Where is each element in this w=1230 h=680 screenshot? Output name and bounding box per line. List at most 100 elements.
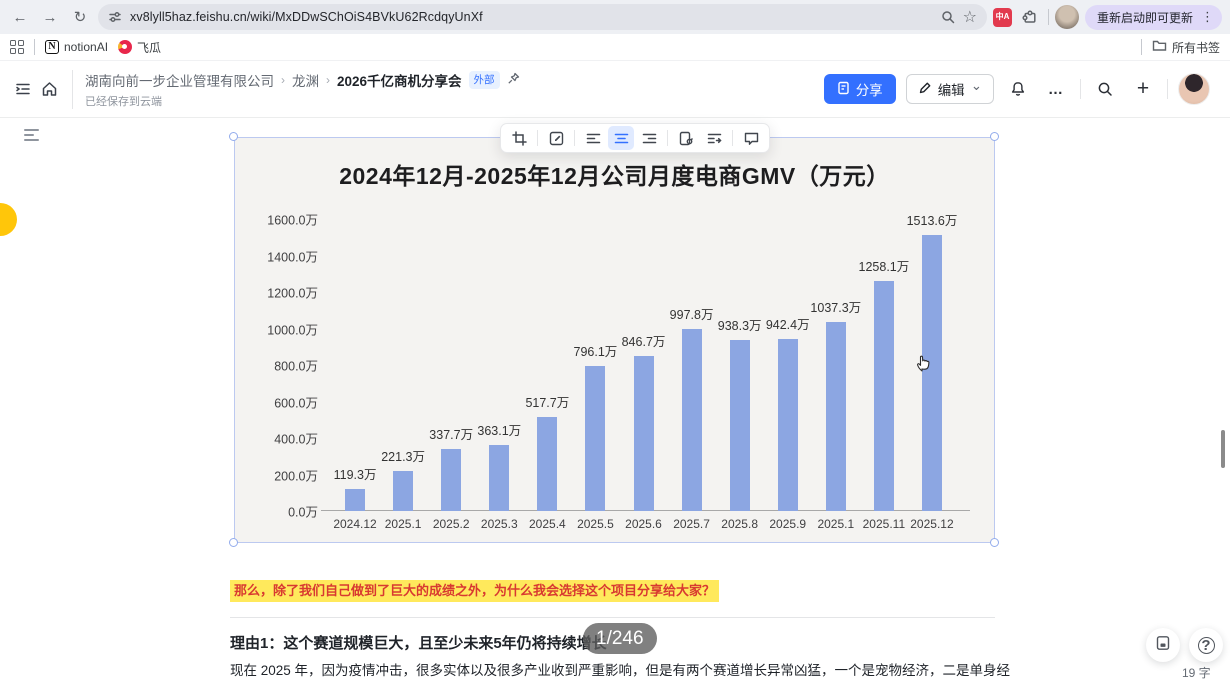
breadcrumb: 湖南向前一步企业管理有限公司 › 龙渊 › 2026千亿商机分享会 外部 已经保… [72, 69, 520, 109]
refresh-icon[interactable]: ↻ [68, 5, 92, 29]
bar-value-label: 119.3万 [333, 468, 377, 483]
bar-2025.6[interactable] [633, 356, 654, 511]
all-bookmarks-label: 所有书签 [1171, 40, 1220, 55]
y-axis-tick: 1400.0万 [267, 250, 318, 264]
screen: ← → ↻ xv8lyll5haz.feishu.cn/wiki/MxDDwSC… [0, 0, 1230, 680]
minutes-record-button[interactable] [1146, 628, 1180, 662]
share-button[interactable]: 分享 [823, 74, 896, 104]
gmv-chart-image[interactable]: 2024年12月-2025年12月公司月度电商GMV（万元） 0.0万 200.0… [234, 137, 995, 543]
browser-profile-avatar[interactable] [1054, 5, 1079, 29]
comment-icon[interactable] [738, 126, 764, 150]
image-toolbar [500, 123, 770, 153]
tree-toggle-icon[interactable] [10, 76, 36, 102]
url-text[interactable]: xv8lyll5haz.feishu.cn/wiki/MxDDwSChOiS4B… [130, 10, 933, 24]
folder-icon [1152, 39, 1167, 55]
bar-value-label: 221.3万 [381, 449, 425, 464]
bar-2025.5[interactable] [585, 365, 606, 511]
x-axis-tick: 2025.2 [432, 517, 470, 531]
bar-2025.8[interactable] [729, 339, 750, 511]
toolbar-divider [667, 130, 668, 146]
bar-2025.7[interactable] [681, 328, 702, 511]
create-new-icon[interactable]: + [1129, 75, 1157, 103]
feigua-icon [118, 40, 133, 54]
apps-grid-icon[interactable] [10, 40, 24, 54]
page-indicator: 1/246 [583, 623, 657, 654]
restart-update-chip[interactable]: 重新启动即可更新 ⋮ [1084, 4, 1222, 30]
bar-2024.12[interactable] [345, 489, 366, 511]
x-axis-tick: 2025.8 [721, 517, 758, 531]
translate-extension-icon[interactable]: 中A [992, 7, 1012, 27]
external-badge: 外部 [468, 70, 500, 89]
back-icon[interactable]: ← [8, 5, 32, 29]
x-axis-tick: 2025.1 [817, 517, 855, 531]
edit-button[interactable]: 编辑 ⌄ [905, 74, 994, 104]
scrollbar-thumb[interactable] [1221, 430, 1225, 468]
bar-value-label: 846.7万 [621, 335, 666, 350]
highlighted-question: 那么，除了我们自己做到了巨大的成绩之外，为什么我会选择这个项目分享给大家？ [230, 580, 720, 602]
breadcrumb-item[interactable]: 湖南向前一步企业管理有限公司 [85, 70, 274, 90]
block-handle-icon[interactable] [24, 129, 39, 141]
bar-2025.1[interactable] [393, 470, 414, 511]
bar-value-label: 997.8万 [669, 307, 714, 322]
browser-toolbar: ← → ↻ xv8lyll5haz.feishu.cn/wiki/MxDDwSC… [0, 0, 1230, 34]
align-right-icon[interactable] [636, 126, 662, 150]
x-axis-tick: 2025.3 [480, 517, 518, 531]
zoom-icon[interactable] [941, 10, 955, 24]
search-icon[interactable] [1091, 75, 1119, 103]
bar-2025.4[interactable] [537, 416, 558, 511]
bookmark-feigua[interactable]: 飞瓜 [118, 39, 161, 56]
selection-handle-top-left[interactable] [229, 132, 238, 141]
help-button[interactable]: ? [1189, 628, 1223, 662]
reason-heading: 理由1：这个赛道规模巨大，且至少未来5年仍将持续增长 [230, 635, 607, 652]
page-title[interactable]: 2026千亿商机分享会 [337, 70, 462, 90]
breadcrumb-item[interactable]: 龙渊 [292, 70, 319, 90]
selection-handle-bottom-right[interactable] [990, 538, 999, 547]
pin-icon[interactable] [507, 72, 520, 88]
notifications-bell-icon[interactable] [1004, 75, 1032, 103]
user-avatar[interactable] [1178, 73, 1210, 105]
update-chip-label: 重新启动即可更新 [1096, 10, 1193, 25]
breadcrumb-separator: › [326, 72, 330, 87]
x-axis-tick: 2025.12 [910, 517, 954, 531]
copy-link-icon[interactable] [673, 126, 699, 150]
align-left-icon[interactable] [580, 126, 606, 150]
bookmark-star-icon[interactable]: ☆ [963, 7, 977, 27]
x-axis-tick: 2025.4 [528, 517, 566, 531]
toolbar-divider [537, 130, 538, 146]
selection-handle-bottom-left[interactable] [229, 538, 238, 547]
bar-value-label: 938.3万 [717, 318, 762, 333]
bar-value-label: 517.7万 [525, 395, 570, 410]
browser-menu-icon[interactable]: ⋮ [1197, 9, 1218, 25]
bar-2025.1[interactable] [825, 321, 846, 511]
all-bookmarks-button[interactable]: 所有书签 [1152, 39, 1220, 56]
chart-plot-area: 0.0万 200.0万 400.0万 600.0万 800.0万 1000.0万 1200.… [267, 214, 970, 531]
forward-icon[interactable]: → [38, 5, 62, 29]
bar-2025.11[interactable] [873, 281, 894, 511]
yellow-sticker [0, 203, 17, 236]
chevron-down-icon: ⌄ [970, 78, 982, 93]
bookmark-notionai[interactable]: N notionAI [45, 40, 108, 54]
annotate-icon[interactable] [543, 126, 569, 150]
edit-label: 编辑 [937, 83, 965, 98]
content-divider [230, 617, 995, 618]
bar-value-label: 942.4万 [765, 318, 810, 333]
crop-icon[interactable] [506, 126, 532, 150]
more-icon[interactable]: … [1042, 75, 1070, 103]
x-axis-tick: 2025.7 [673, 517, 710, 531]
bar-value-label: 796.1万 [573, 344, 618, 359]
chart-title: 2024年12月-2025年12月公司月度电商GMV（万元） [339, 163, 890, 189]
home-icon[interactable] [36, 76, 62, 102]
align-center-icon[interactable] [608, 126, 634, 150]
pencil-icon [918, 81, 932, 98]
site-settings-icon[interactable] [108, 10, 122, 24]
extensions-puzzle-icon[interactable] [1018, 5, 1042, 29]
y-axis-tick: 1200.0万 [267, 286, 318, 301]
bar-2025.9[interactable] [777, 339, 798, 511]
selection-handle-top-right[interactable] [990, 132, 999, 141]
bar-2025.3[interactable] [489, 444, 510, 511]
bar-2025.2[interactable] [441, 449, 462, 511]
x-axis-tick: 2025.11 [862, 517, 906, 531]
bookmarks-bar: N notionAI 飞瓜 所有书签 [0, 34, 1230, 61]
address-bar[interactable]: xv8lyll5haz.feishu.cn/wiki/MxDDwSChOiS4B… [98, 4, 987, 30]
move-to-icon[interactable] [701, 126, 727, 150]
